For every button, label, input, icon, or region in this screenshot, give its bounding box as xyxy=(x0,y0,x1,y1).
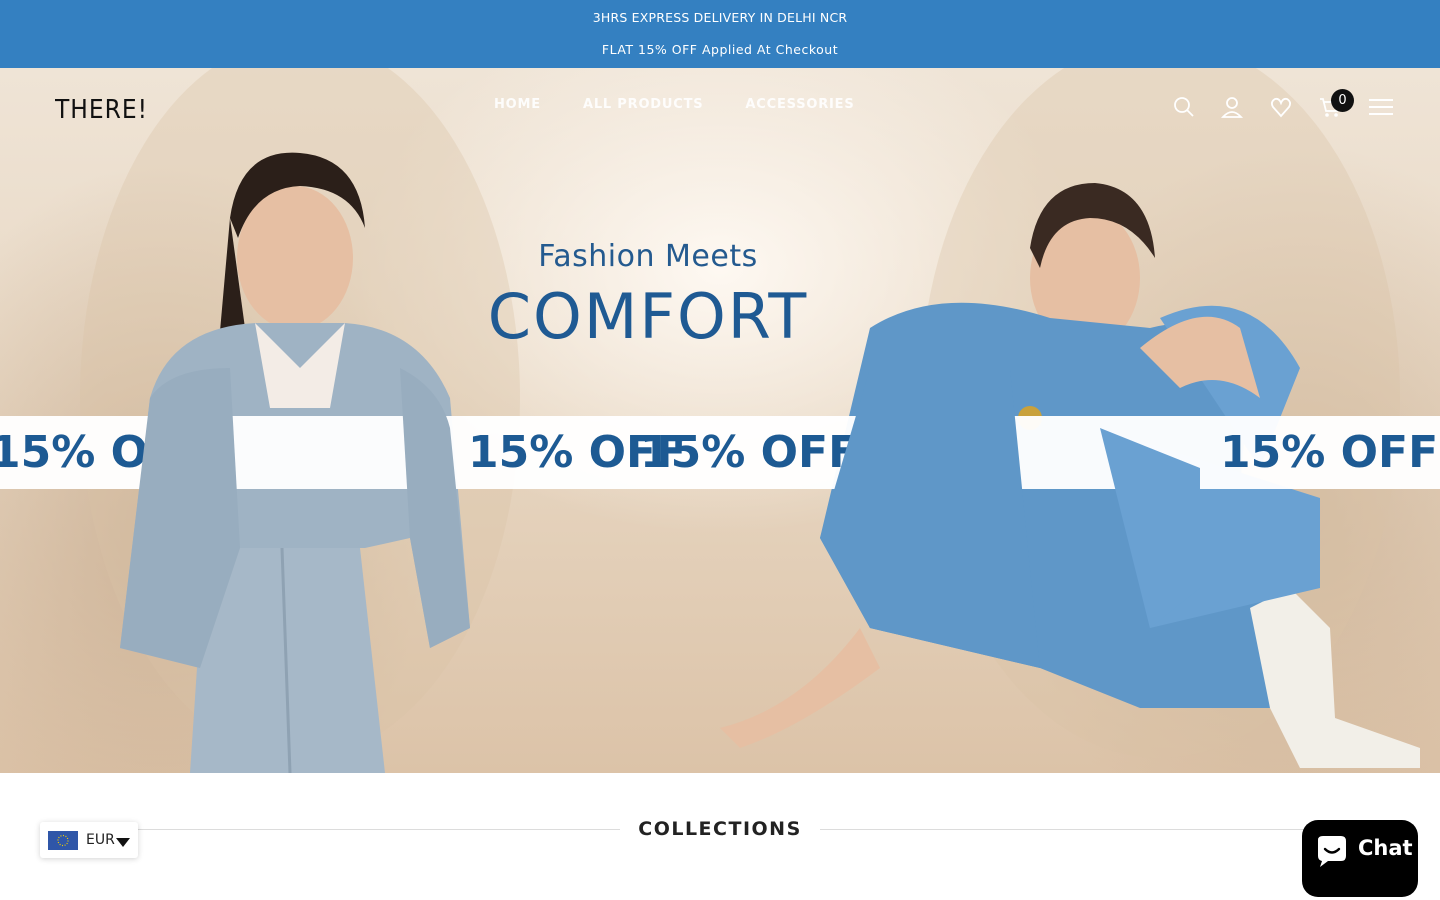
header-icons xyxy=(1170,95,1400,125)
ribbon-text: 15% OFF xyxy=(0,427,209,478)
nav-all-products[interactable]: ALL PRODUCTS xyxy=(583,97,703,112)
ribbon-text: 15% OFF xyxy=(1220,427,1439,478)
announcement-delivery: 3HRS EXPRESS DELIVERY IN DELHI NCR xyxy=(592,10,848,25)
announcement-discount: FLAT 15% OFF Applied At Checkout xyxy=(601,42,839,57)
nav-accessories[interactable]: ACCESSORIES xyxy=(745,97,854,112)
wishlist-heart-icon[interactable] xyxy=(1269,95,1297,123)
logo-mark: THERE! xyxy=(54,95,148,125)
site-logo[interactable]: THERE! xyxy=(54,92,167,125)
nav-home[interactable]: HOME xyxy=(494,97,541,112)
ribbon-text: 15% OFF xyxy=(640,427,859,478)
main-navigation: HOME ALL PRODUCTS ACCESSORIES xyxy=(494,97,897,112)
search-icon[interactable] xyxy=(1172,95,1200,123)
cart-count-badge: 0 xyxy=(1331,89,1354,112)
menu-hamburger-icon[interactable] xyxy=(1368,95,1396,123)
discount-ribbon: 15% OFF 15% OFF 15% OFF 15% OFF xyxy=(0,416,1440,489)
hero-headline-small: Fashion Meets xyxy=(538,239,758,274)
chat-bubble-icon xyxy=(1318,836,1346,867)
currency-code: EUR xyxy=(86,832,115,848)
announcement-bar: 3HRS EXPRESS DELIVERY IN DELHI NCR FLAT … xyxy=(0,0,1440,68)
hero-headline-large: COMFORT xyxy=(487,280,809,353)
chevron-down-icon xyxy=(116,835,130,853)
chat-label: Chat xyxy=(1358,836,1413,860)
hero-banner[interactable]: Fashion Meets COMFORT 15% OFF 15% OFF 15… xyxy=(0,68,1440,773)
logo-text: THERE! xyxy=(55,95,148,124)
chat-button[interactable]: Chat xyxy=(1302,820,1418,897)
eu-flag-icon xyxy=(48,831,78,850)
collections-heading: COLLECTIONS xyxy=(638,818,802,840)
currency-selector[interactable]: EUR xyxy=(40,822,138,858)
account-icon[interactable] xyxy=(1220,95,1248,123)
